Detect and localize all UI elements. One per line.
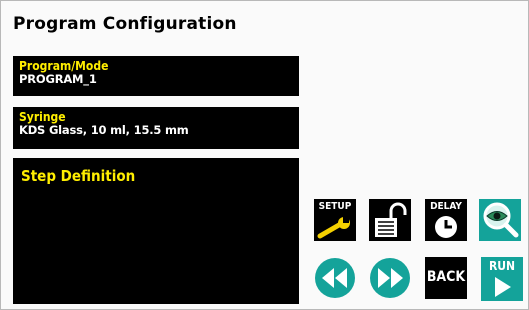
lock-button[interactable]: [369, 199, 411, 241]
play-icon: [495, 277, 511, 297]
eye-magnifier-icon: [483, 202, 519, 238]
back-button[interactable]: BACK: [425, 257, 467, 299]
program-mode-field[interactable]: Program/Mode PROGRAM_1: [13, 56, 299, 96]
setup-label: SETUP: [318, 201, 352, 212]
rewind-icon: [322, 268, 347, 288]
run-label: RUN: [488, 259, 516, 273]
program-mode-value: PROGRAM_1: [19, 72, 97, 86]
page-title: Program Configuration: [13, 14, 237, 34]
unlocked-padlock-icon: [375, 202, 407, 237]
rewind-button[interactable]: [315, 258, 355, 298]
delay-label: DELAY: [430, 201, 462, 212]
program-configuration-screen: Program Configuration Program/Mode PROGR…: [0, 0, 529, 310]
fast-forward-button[interactable]: [370, 258, 410, 298]
delay-button[interactable]: DELAY: [425, 199, 467, 241]
run-button[interactable]: RUN: [481, 257, 523, 301]
back-label: BACK: [426, 269, 466, 285]
syringe-field[interactable]: Syringe KDS Glass, 10 ml, 15.5 mm: [13, 107, 299, 149]
step-definition-panel[interactable]: Step Definition: [13, 158, 299, 304]
syringe-value: KDS Glass, 10 ml, 15.5 mm: [19, 123, 189, 137]
clock-icon: [435, 216, 457, 238]
wrench-icon: [317, 217, 350, 239]
step-definition-label: Step Definition: [21, 167, 136, 185]
fast-forward-icon: [378, 268, 403, 288]
setup-button[interactable]: SETUP: [314, 199, 356, 241]
view-button[interactable]: [479, 199, 521, 241]
